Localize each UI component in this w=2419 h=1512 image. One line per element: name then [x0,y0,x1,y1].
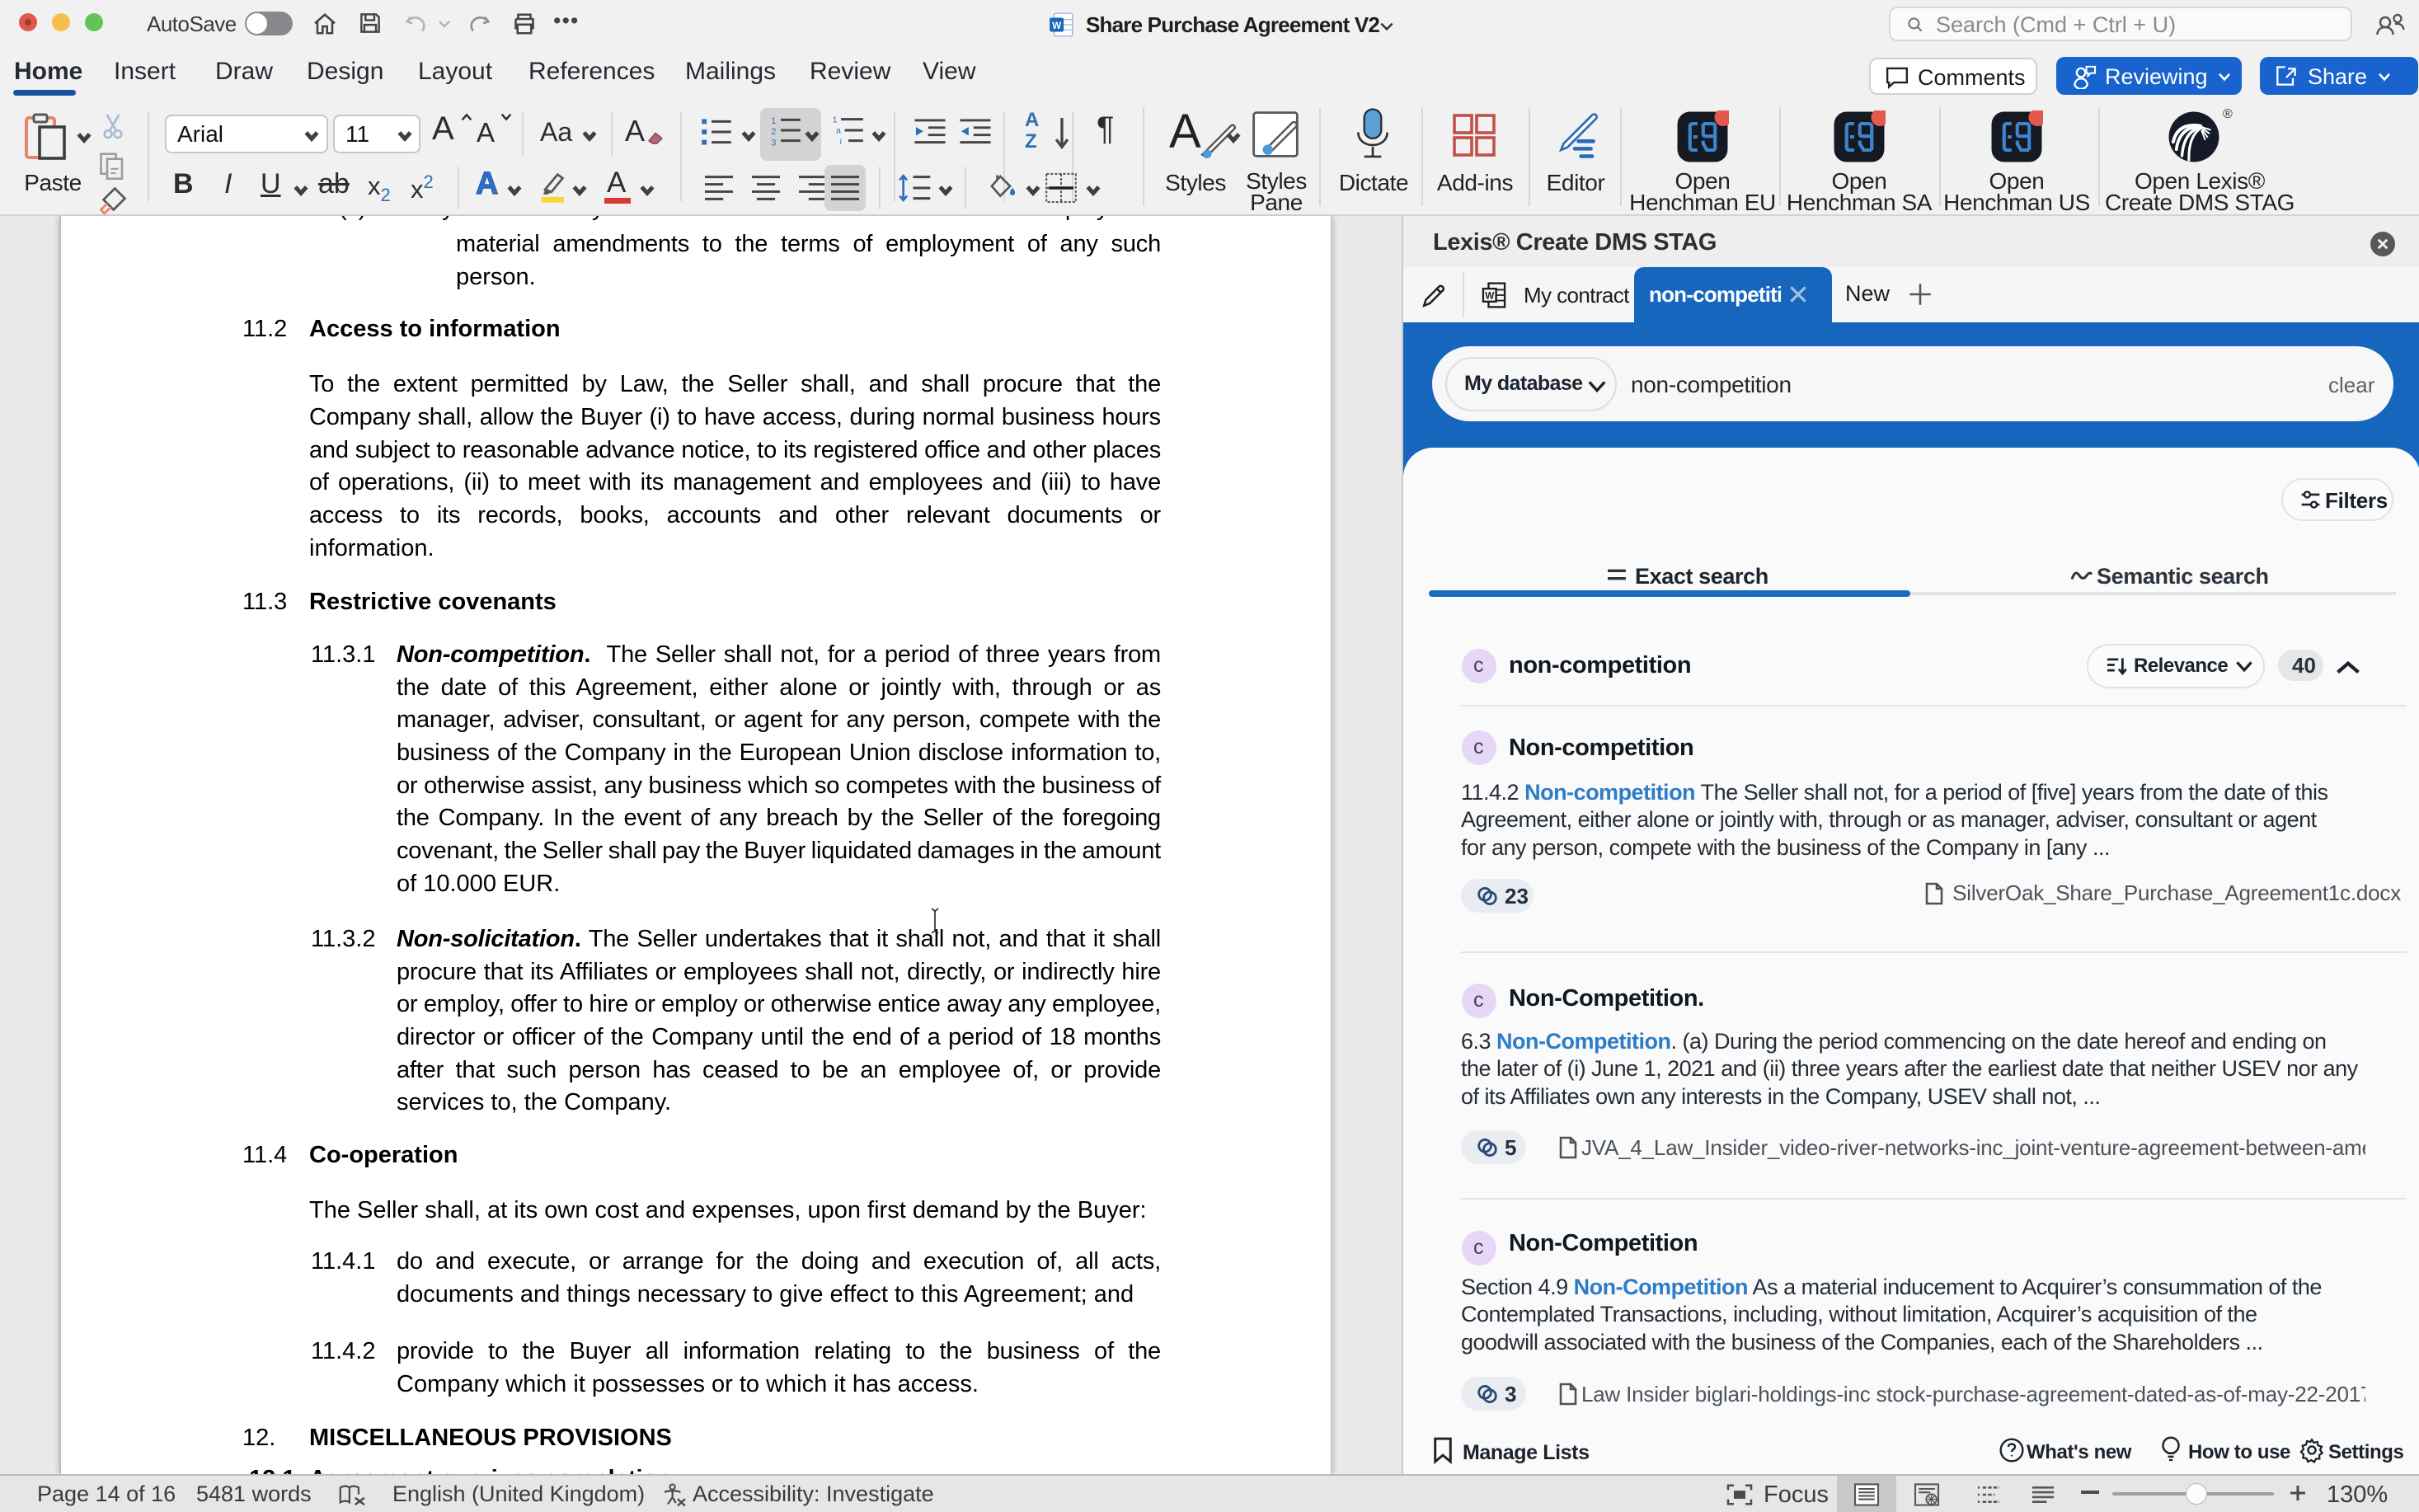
svg-text:3: 3 [771,139,776,147]
svg-text:i: i [840,138,842,147]
svg-text:W: W [1485,291,1495,302]
svg-text:2: 2 [771,127,776,137]
svg-text:1: 1 [833,115,838,124]
svg-text:a: a [836,127,841,136]
svg-text:1: 1 [771,116,776,126]
svg-text:W: W [1052,21,1061,31]
